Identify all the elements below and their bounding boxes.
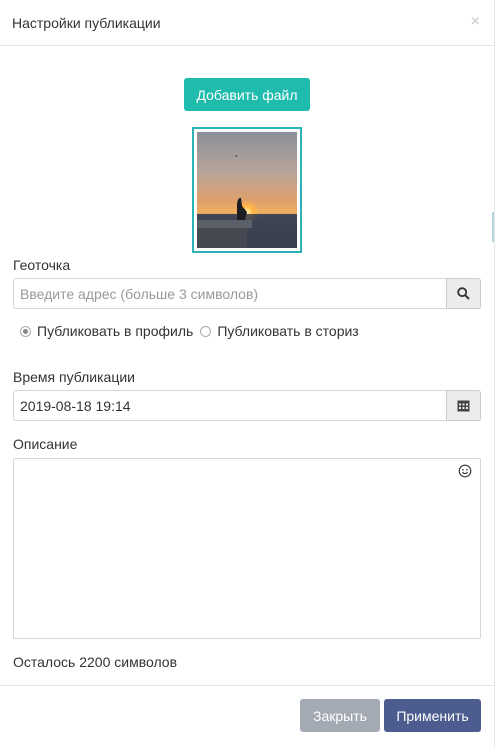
- smiley-icon[interactable]: [458, 464, 472, 478]
- radio-label: Публиковать в профиль: [37, 323, 194, 339]
- publish-datetime-input[interactable]: [13, 390, 446, 421]
- radio-button[interactable]: [20, 325, 31, 337]
- close-icon[interactable]: ×: [471, 13, 480, 31]
- radio-label: Публиковать в сториз: [217, 323, 359, 339]
- geo-input-group: [13, 278, 481, 309]
- media-thumbnail[interactable]: [192, 127, 302, 253]
- radio-publish-profile[interactable]: Публиковать в профиль: [20, 323, 193, 339]
- close-button[interactable]: Закрыть: [300, 699, 380, 732]
- schedule-label: Время публикации: [13, 369, 136, 385]
- modal-footer: Закрыть Применить: [0, 685, 495, 748]
- geo-address-input[interactable]: [13, 278, 446, 309]
- description-textarea[interactable]: [13, 458, 481, 639]
- scroll-edge-indicator: [492, 212, 494, 242]
- modal-header: Настройки публикации ×: [0, 0, 494, 46]
- modal-title: Настройки публикации: [12, 14, 161, 31]
- add-file-button[interactable]: Добавить файл: [184, 78, 310, 111]
- remaining-characters: Осталось 2200 символов: [13, 654, 178, 670]
- publish-target-radios: Публиковать в профиль Публиковать в стор…: [20, 323, 366, 339]
- calendar-icon[interactable]: [446, 390, 481, 421]
- apply-button[interactable]: Применить: [384, 699, 481, 732]
- radio-publish-stories[interactable]: Публиковать в сториз: [200, 323, 359, 339]
- publication-settings-modal: Настройки публикации × Добавить файл Гео…: [0, 0, 495, 748]
- sunset-photo: [197, 132, 297, 248]
- schedule-input-group: [13, 390, 481, 421]
- search-icon[interactable]: [446, 278, 481, 309]
- geo-label: Геоточка: [13, 257, 71, 273]
- radio-button[interactable]: [200, 325, 212, 337]
- description-label: Описание: [13, 436, 78, 452]
